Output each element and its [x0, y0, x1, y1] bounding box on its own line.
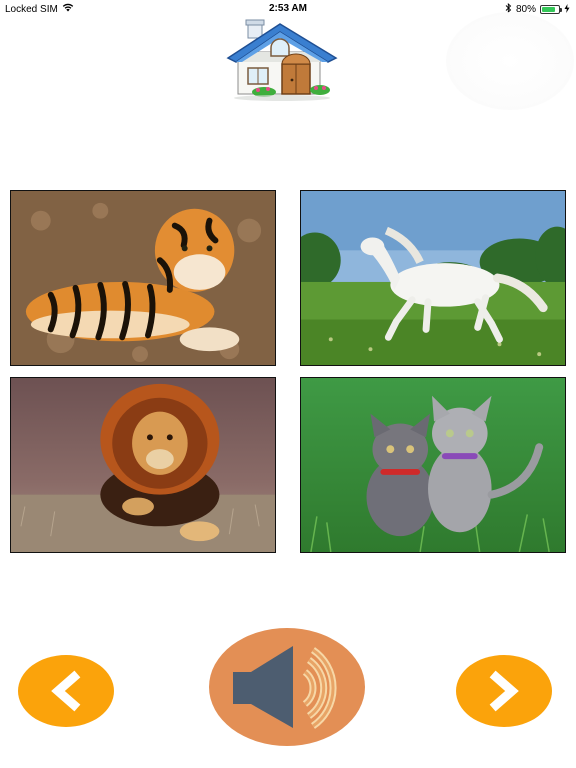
house-icon [226, 19, 338, 101]
battery-icon [540, 5, 562, 14]
previous-button[interactable] [18, 655, 114, 727]
background-blob [446, 12, 574, 110]
lion-image [11, 378, 275, 552]
kittens-image [301, 378, 565, 552]
bolt-icon [564, 3, 570, 16]
play-sound-button[interactable] [209, 628, 365, 746]
status-time: 2:53 AM [269, 3, 307, 14]
horse-image [301, 191, 565, 365]
next-button[interactable] [456, 655, 552, 727]
tiger-image [11, 191, 275, 365]
kittens-card[interactable] [300, 377, 566, 553]
chevron-left-icon [51, 670, 81, 712]
tiger-card[interactable] [10, 190, 276, 366]
home-button[interactable] [224, 18, 340, 102]
lion-card[interactable] [10, 377, 276, 553]
speaker-icon [233, 646, 337, 729]
battery-level-fill [542, 7, 555, 12]
horse-card[interactable] [300, 190, 566, 366]
chevron-right-icon [489, 670, 519, 712]
